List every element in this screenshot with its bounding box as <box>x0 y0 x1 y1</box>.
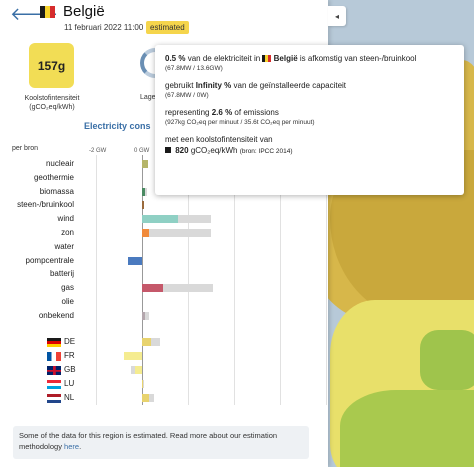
source-label: water <box>54 241 74 251</box>
tooltip-line4-value: 820 gCO₂eq/kWh (bron: IPCC 2014) <box>165 145 454 157</box>
production-bar[interactable] <box>142 311 146 320</box>
exchange-label: NL <box>64 393 75 402</box>
estimated-badge: estimated <box>146 21 189 34</box>
map-region[interactable] <box>340 390 474 467</box>
flag-nl-icon <box>47 394 61 403</box>
low-carbon-label: Lage <box>140 94 156 101</box>
tooltip-line1: 0.5 % van de elektriciteit in België is … <box>165 54 417 63</box>
carbon-intensity-label: Koolstofintensiteit (gCO₂eq/kWh) <box>14 94 90 112</box>
production-bar[interactable] <box>142 215 178 224</box>
collapse-panel-button[interactable]: ◂ <box>328 6 346 26</box>
source-tooltip: 0.5 % van de elektriciteit in België is … <box>155 45 464 195</box>
source-label: pompcentrale <box>25 255 74 265</box>
production-bar[interactable] <box>128 256 142 265</box>
source-label: wind <box>57 214 74 224</box>
source-label: olie <box>61 297 74 306</box>
tooltip-line1-sub: (67.8MW / 13.6GW) <box>165 65 223 72</box>
production-bar[interactable] <box>142 187 146 196</box>
country-name: België <box>63 3 105 20</box>
source-label: onbekend <box>38 310 74 320</box>
source-label: steen-/bruinkool <box>17 200 74 210</box>
flag-de-icon <box>47 338 61 347</box>
ci-label-line1: Koolstofintensiteit <box>24 95 80 102</box>
exchange-label: GB <box>64 365 76 374</box>
exchange-bar[interactable] <box>142 338 152 346</box>
axis-tick-neg: -2 GW <box>89 148 107 154</box>
chart-title: Electricity cons <box>84 121 151 131</box>
source-label: zon <box>61 228 74 237</box>
tooltip-line4: met een koolstofintensiteit van <box>165 135 273 144</box>
carbon-intensity-value: 157g <box>29 43 74 88</box>
production-bar[interactable] <box>142 201 144 210</box>
exchange-label: LU <box>64 379 75 388</box>
exchange-bar[interactable] <box>142 394 149 402</box>
axis-tick-zero: 0 GW <box>134 148 150 154</box>
source-label: gas <box>61 283 74 293</box>
source-label: biomassa <box>39 186 74 196</box>
estimation-note: Some of the data for this region is esti… <box>13 426 309 459</box>
note-text: Some of the data for this region is esti… <box>19 431 278 451</box>
note-end: . <box>79 442 82 451</box>
tooltip-line3-sub: (927kg CO₂eq per minuut / 35.6t CO₂eq pe… <box>165 119 315 126</box>
production-bar[interactable] <box>142 284 163 293</box>
exchange-label: DE <box>64 337 76 346</box>
flag-gb-icon <box>47 366 61 375</box>
map-region[interactable] <box>420 330 474 390</box>
source-label: geothermie <box>33 172 74 182</box>
flag-fr-icon <box>47 352 61 361</box>
tooltip-line3: representing 2.6 % of emissions <box>165 108 279 117</box>
production-bar[interactable] <box>142 229 150 237</box>
capacity-bar[interactable] <box>142 229 211 237</box>
source-label: batterij <box>49 269 74 279</box>
exchange-bar[interactable] <box>135 366 142 374</box>
exchange-label: FR <box>64 351 75 360</box>
coal-color-icon <box>165 147 171 153</box>
datetime: 11 februari 2022 11:00 <box>64 23 144 32</box>
source-label: nucleair <box>45 159 74 168</box>
exchange-bar[interactable] <box>142 380 144 388</box>
tooltip-line2: gebruikt Infinity % van de geïnstalleerd… <box>165 81 347 90</box>
flag-lu-icon <box>47 380 61 389</box>
ci-label-line2: (gCO₂eq/kWh) <box>29 104 75 111</box>
gridline <box>96 155 97 405</box>
note-link[interactable]: here <box>64 442 79 451</box>
belgium-flag-icon <box>262 55 272 62</box>
exchange-bar[interactable] <box>123 352 142 360</box>
tooltip-line2-sub: (67.8MW / 0W) <box>165 92 209 99</box>
per-bron-label: per bron <box>12 145 39 152</box>
production-bar[interactable] <box>142 160 148 168</box>
belgium-flag-icon <box>40 6 55 18</box>
